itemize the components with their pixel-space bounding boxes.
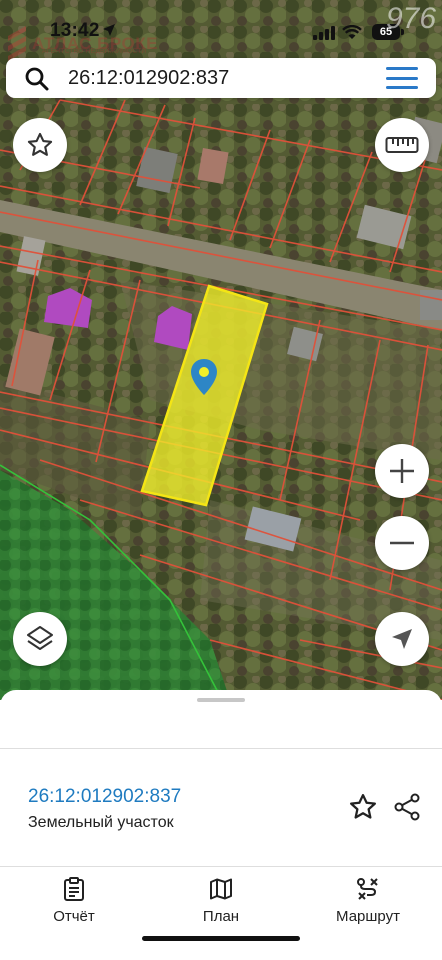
ruler-button[interactable] [375,118,429,172]
ruler-icon [385,137,419,153]
favorite-map-button[interactable] [13,118,67,172]
parcel-type-label: Земельный участок [28,814,174,831]
zoom-in-button[interactable] [375,444,429,498]
navigation-arrow-icon [392,629,412,649]
search-bar[interactable]: 26:12:012902:837 [6,58,436,98]
route-icon [357,878,378,900]
hamburger-menu-icon[interactable] [386,67,418,89]
nav-route-label: Маршрут [336,908,400,925]
nav-route[interactable]: Маршрут [308,876,428,925]
search-input[interactable]: 26:12:012902:837 [68,67,229,90]
nav-report-label: Отчёт [53,908,95,925]
status-time: 13:42 [50,20,100,41]
zoom-out-button[interactable] [375,516,429,570]
bottom-navigation: Отчёт План Маршрут [0,866,442,936]
locate-me-button[interactable] [375,612,429,666]
map-icon [210,878,232,900]
location-services-icon [103,24,115,36]
star-outline-icon [27,132,53,156]
home-indicator[interactable] [142,936,300,941]
watermark-subtitle: АГЕНТСТВО НЕДВИЖИМОСТИ [42,48,147,55]
clipboard-icon [64,877,84,901]
layers-button[interactable] [13,612,67,666]
sheet-drag-handle[interactable] [197,698,245,702]
nav-plan-label: План [202,908,240,925]
plus-icon [390,459,414,483]
corner-number: 976 [386,2,437,35]
cellular-signal-icon [313,26,335,40]
parcel-info-sheet[interactable]: 26:12:012902:837 Земельный участок Отчёт [0,690,442,960]
map-view[interactable] [0,0,442,700]
search-icon[interactable] [24,66,50,92]
minus-icon [390,541,414,545]
nav-plan[interactable]: План [161,876,281,925]
parcel-cadastral-number[interactable]: 26:12:012902:837 [28,786,181,808]
share-icon[interactable] [392,792,422,822]
map-pin-icon[interactable] [190,358,218,396]
logo-stripes-icon [8,26,26,61]
satellite-map[interactable] [0,0,442,700]
layers-icon [27,626,53,650]
status-bar: АТЛАС БРОКЕ АГЕНТСТВО НЕДВИЖИМОСТИ 13:42… [0,0,442,61]
nav-report[interactable]: Отчёт [14,876,134,925]
wifi-icon [342,25,362,39]
sheet-divider-top [0,748,442,749]
star-outline-icon[interactable] [348,792,378,822]
